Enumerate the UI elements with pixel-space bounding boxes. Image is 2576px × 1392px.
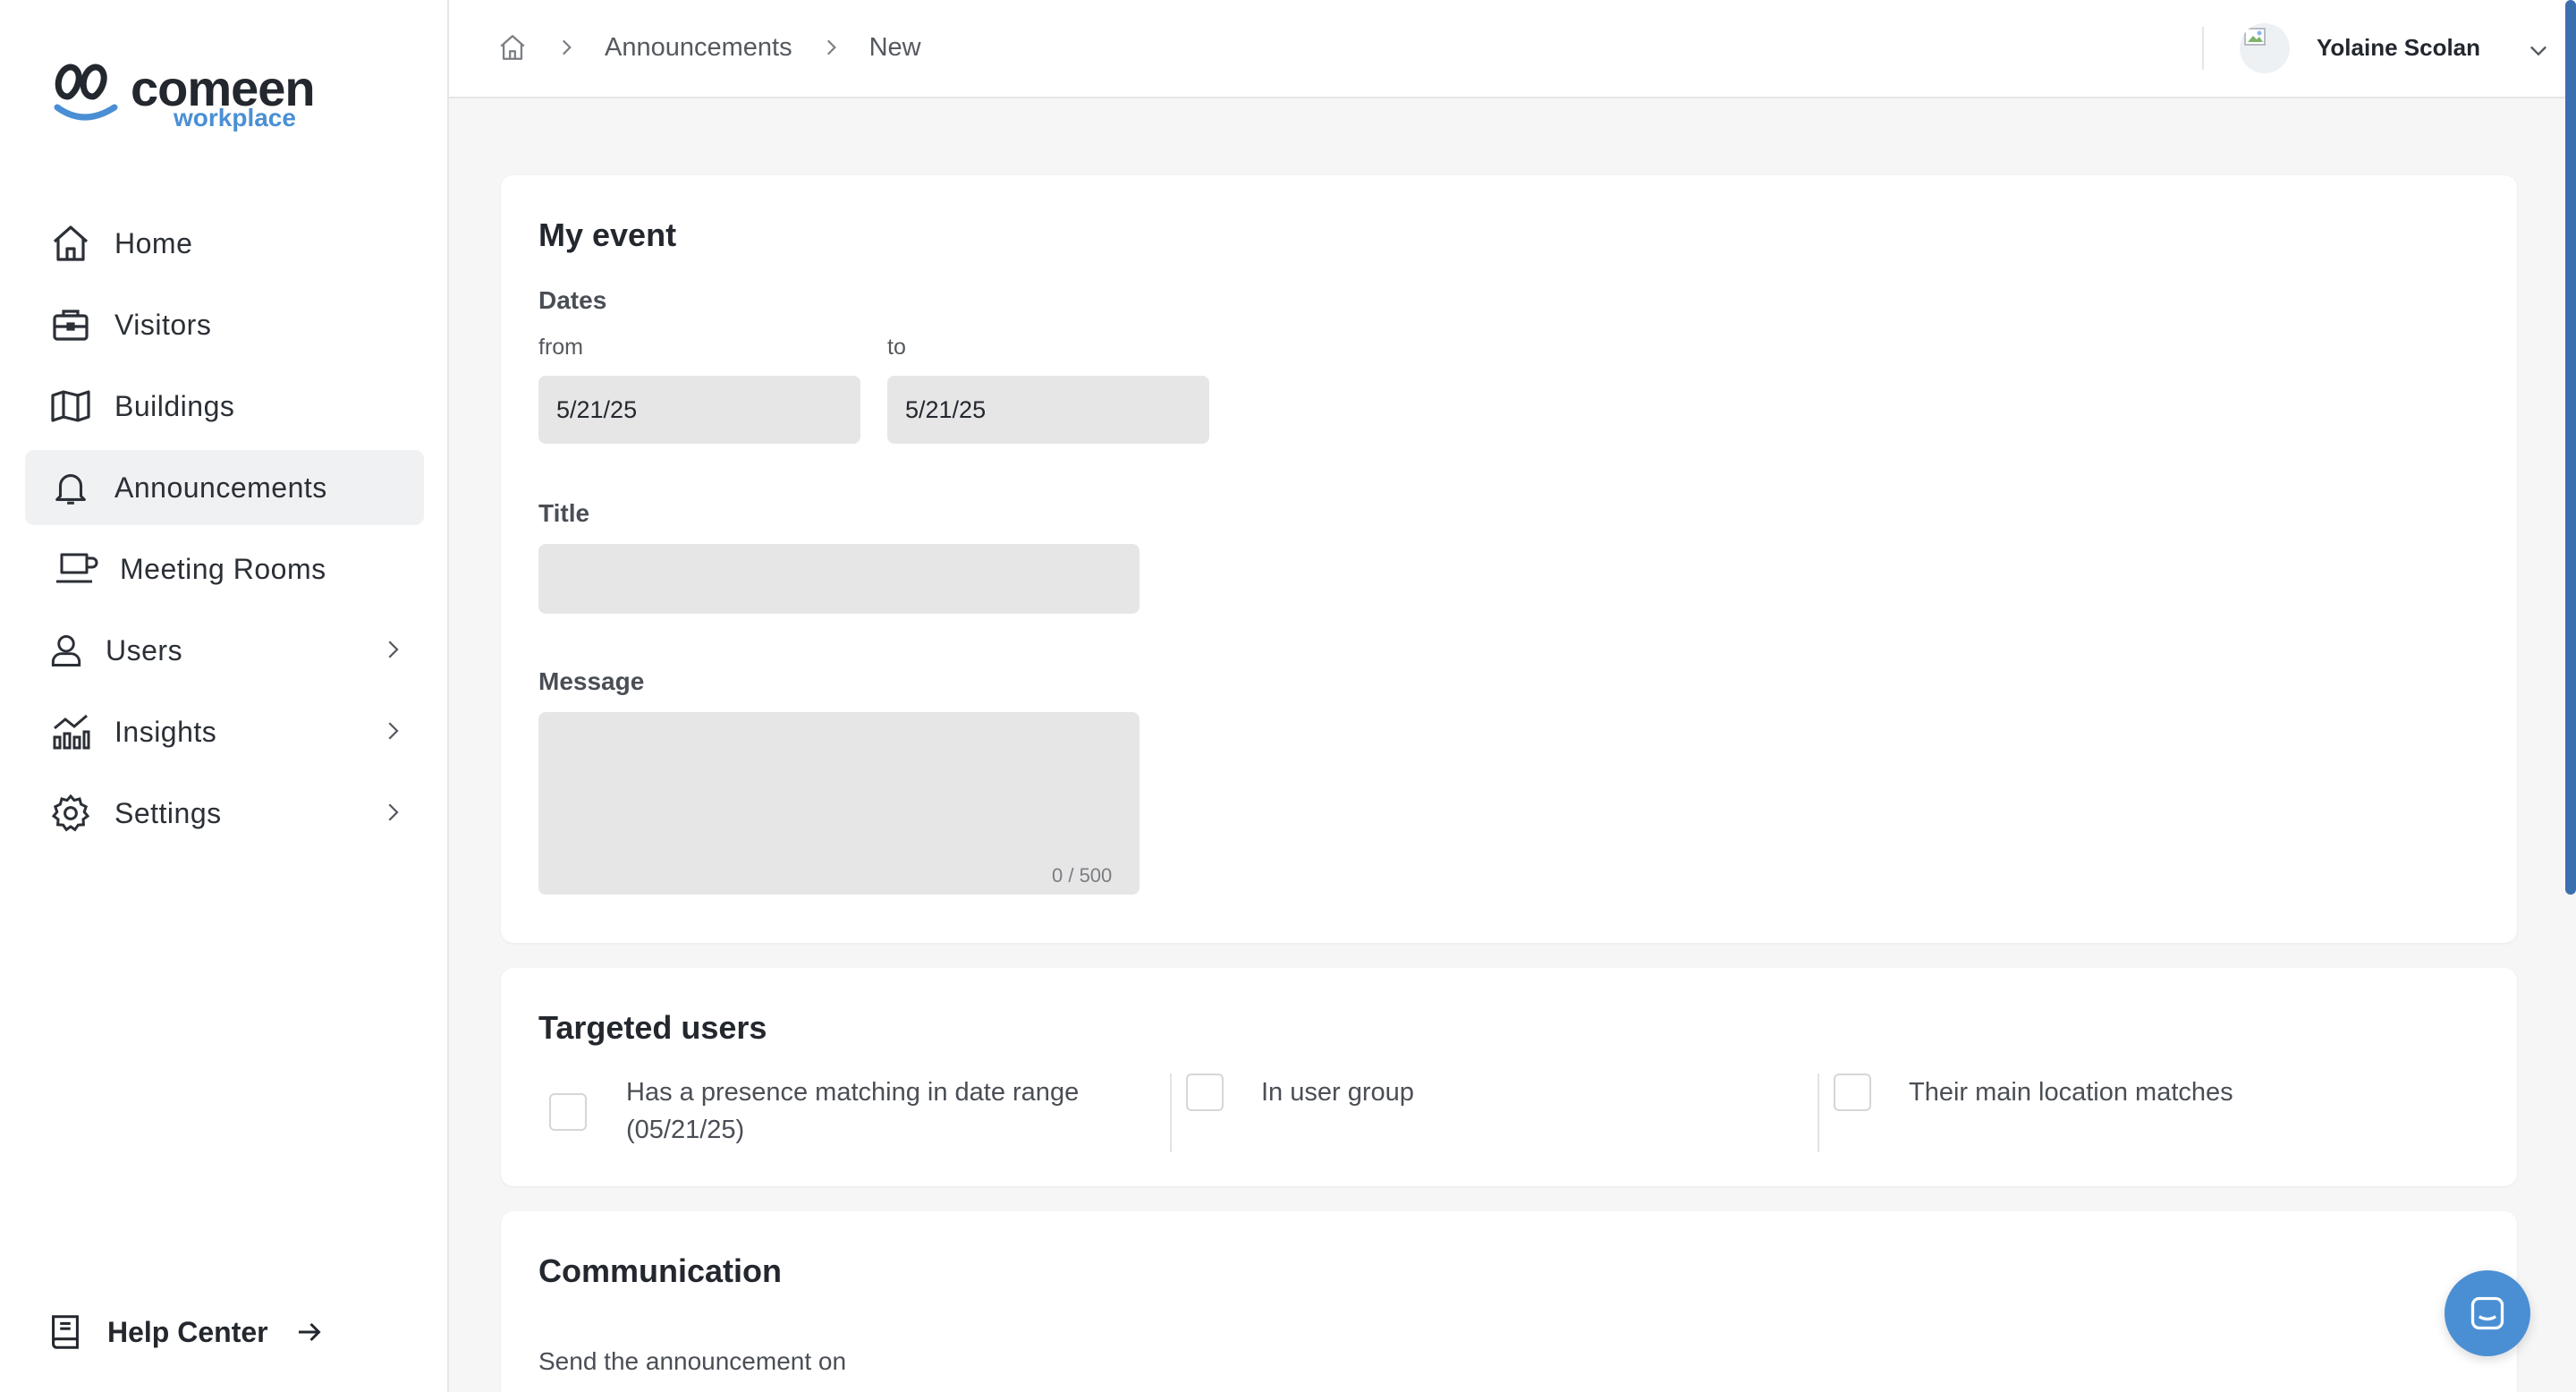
communication-card: Communication Send the announcement on — [501, 1211, 2517, 1392]
sidebar-item-home[interactable]: Home — [25, 206, 424, 281]
home-icon[interactable] — [497, 32, 528, 63]
user-icon — [47, 626, 86, 675]
title-label: Title — [538, 499, 590, 527]
main-location-label: Their main location matches — [1909, 1078, 2233, 1107]
sidebar-item-users[interactable]: Users — [25, 613, 424, 688]
bell-icon — [47, 463, 95, 512]
logo-mark-icon — [54, 64, 118, 121]
sidebar-item-label: Visitors — [114, 308, 212, 341]
date-from-field[interactable] — [538, 376, 860, 444]
sidebar-item-label: Settings — [114, 796, 222, 829]
user-group-label: In user group — [1261, 1078, 1414, 1107]
title-input[interactable] — [538, 544, 1140, 614]
message-textarea[interactable] — [538, 712, 1140, 895]
presence-checkbox[interactable] — [549, 1093, 587, 1131]
comeen-logo[interactable]: comeen workplace — [52, 55, 320, 136]
communication-heading: Communication — [538, 1252, 783, 1289]
user-menu[interactable]: Yolaine Scolan — [2202, 23, 2576, 73]
sidebar-item-announcements[interactable]: Announcements — [25, 450, 424, 525]
presence-label: Has a presence matching in date range — [626, 1078, 1080, 1107]
sidebar-item-meeting-rooms[interactable]: Meeting Rooms — [25, 531, 424, 607]
book-icon — [52, 1315, 79, 1349]
help-center-link[interactable]: Help Center — [45, 1311, 326, 1353]
chevron-right-icon — [562, 39, 572, 55]
arrow-right-icon — [298, 1322, 321, 1342]
send-on-label: Send the announcement on — [538, 1347, 847, 1375]
chevron-down-icon — [2530, 46, 2546, 56]
presence-date-range: (05/21/25) — [626, 1116, 745, 1144]
scrollbar-thumb[interactable] — [2565, 0, 2576, 895]
sidebar-nav: Home Visitors Buildings Announcements Me… — [25, 206, 424, 857]
to-label: to — [887, 335, 906, 360]
target-option-main-location[interactable]: Their main location matches — [1834, 1074, 2460, 1154]
broken-image-icon — [2244, 28, 2266, 46]
message-label: Message — [538, 667, 645, 695]
chat-launcher-button[interactable] — [2445, 1270, 2530, 1356]
target-options: Has a presence matching in date range (0… — [538, 1074, 2479, 1154]
monitor-cup-icon — [52, 545, 100, 593]
chat-icon — [2470, 1296, 2504, 1330]
sidebar-item-label: Meeting Rooms — [120, 552, 326, 585]
breadcrumb-new: New — [869, 32, 921, 62]
avatar — [2240, 23, 2290, 73]
event-card: My event Dates from to Title Message 0 /… — [501, 175, 2517, 943]
divider — [1170, 1074, 1172, 1152]
sidebar-item-buildings[interactable]: Buildings — [25, 369, 424, 444]
sidebar-item-label: Buildings — [114, 389, 235, 422]
main-location-checkbox[interactable] — [1834, 1074, 1871, 1111]
target-option-presence[interactable]: Has a presence matching in date range (0… — [538, 1074, 1156, 1154]
user-name: Yolaine Scolan — [2317, 34, 2481, 61]
chevron-right-icon — [388, 641, 399, 658]
breadcrumb: Announcements New — [497, 32, 921, 63]
event-heading: My event — [538, 216, 677, 253]
from-label: from — [538, 335, 583, 360]
sidebar-item-settings[interactable]: Settings — [25, 776, 424, 851]
targeted-heading: Targeted users — [538, 1009, 767, 1046]
breadcrumb-announcements[interactable]: Announcements — [605, 33, 792, 63]
briefcase-icon — [47, 301, 95, 349]
sidebar-item-visitors[interactable]: Visitors — [25, 287, 424, 362]
divider — [1818, 1074, 1819, 1152]
chevron-right-icon — [826, 39, 836, 55]
target-option-user-group[interactable]: In user group — [1186, 1074, 1812, 1154]
chart-icon — [47, 708, 95, 756]
logo-subtext: workplace — [174, 104, 296, 132]
chevron-right-icon — [388, 722, 399, 740]
sidebar: comeen workplace Home Visitors Buildings — [0, 0, 449, 1392]
sidebar-item-insights[interactable]: Insights — [25, 694, 424, 769]
home-icon — [47, 219, 95, 267]
chevron-right-icon — [388, 803, 399, 821]
gear-icon — [47, 789, 95, 837]
sidebar-item-label: Users — [106, 633, 183, 666]
map-icon — [47, 382, 95, 430]
dates-label: Dates — [538, 286, 607, 314]
help-center-label: Help Center — [107, 1315, 268, 1348]
sidebar-item-label: Home — [114, 226, 193, 259]
targeted-users-card: Targeted users Has a presence matching i… — [501, 968, 2517, 1186]
top-bar: Announcements New Yolaine Scolan — [449, 0, 2576, 98]
user-group-checkbox[interactable] — [1186, 1074, 1224, 1111]
message-counter: 0 / 500 — [1052, 864, 1113, 887]
sidebar-item-label: Insights — [114, 715, 217, 748]
sidebar-item-label: Announcements — [114, 471, 327, 504]
date-to-field[interactable] — [887, 376, 1209, 444]
